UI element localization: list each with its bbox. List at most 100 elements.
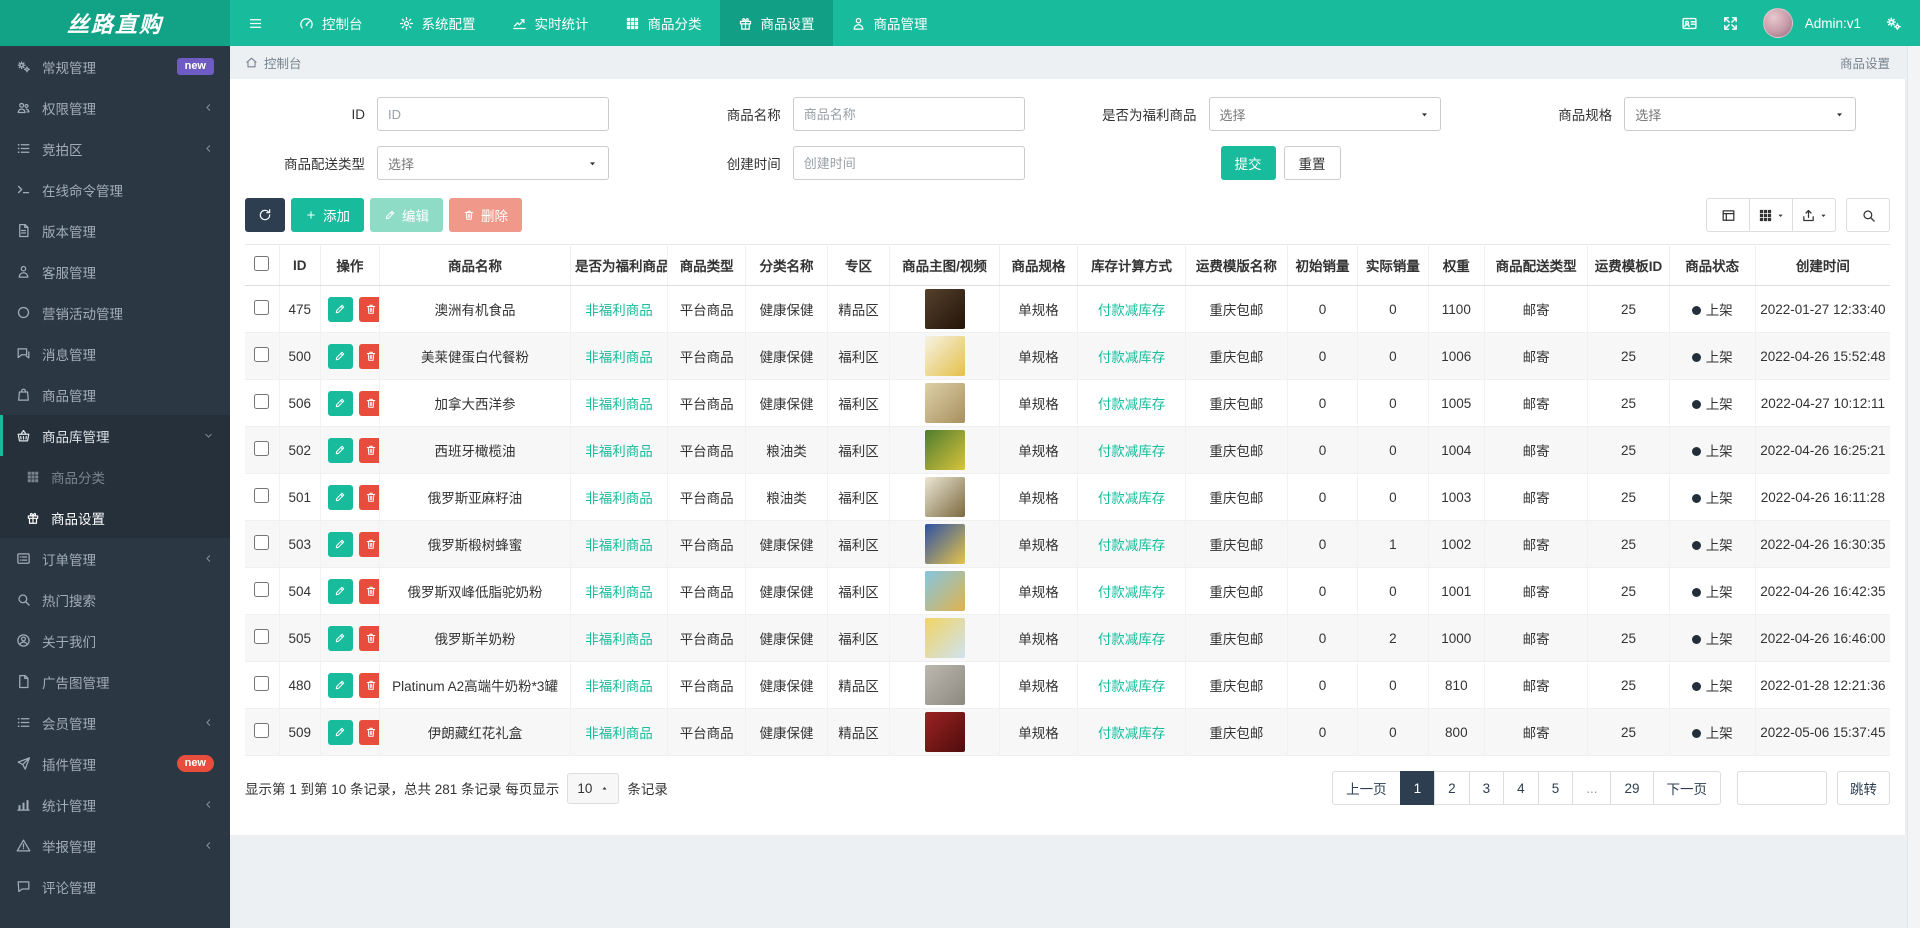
page-item-5[interactable]: 5: [1537, 771, 1574, 805]
row-delete-button[interactable]: [358, 719, 379, 745]
sidebar-item-product-settings[interactable]: 商品设置: [0, 497, 230, 538]
filter-select-delivery[interactable]: 选择: [377, 146, 609, 180]
row-edit-button[interactable]: [327, 484, 353, 510]
jump-page-input[interactable]: [1737, 771, 1827, 805]
sidebar-item-auction[interactable]: 竞拍区: [0, 128, 230, 169]
nav-item-realtime-stats[interactable]: 实时统计: [494, 0, 607, 46]
sidebar-item-product-category[interactable]: 商品分类: [0, 456, 230, 497]
row-checkbox[interactable]: [254, 629, 270, 644]
row-checkbox[interactable]: [254, 676, 270, 691]
page-item-4[interactable]: 4: [1503, 771, 1539, 805]
page-item-2[interactable]: 2: [1434, 771, 1470, 805]
sidebar-item-version[interactable]: 版本管理: [0, 210, 230, 251]
row-delete-button[interactable]: [358, 625, 379, 651]
row-delete-button[interactable]: [358, 437, 379, 463]
sidebar-item-about[interactable]: 关于我们: [0, 620, 230, 661]
scrollbar-track[interactable]: [1907, 46, 1920, 928]
avatar[interactable]: [1762, 8, 1793, 38]
row-checkbox[interactable]: [254, 535, 270, 550]
row-edit-button[interactable]: [327, 625, 353, 651]
row-delete-button[interactable]: [358, 531, 379, 557]
row-delete-button[interactable]: [358, 672, 379, 698]
nav-item-product-category[interactable]: 商品分类: [607, 0, 720, 46]
reset-button[interactable]: 重置: [1283, 146, 1341, 180]
row-delete-button[interactable]: [358, 578, 379, 604]
row-edit-button[interactable]: [327, 531, 353, 557]
row-edit-button[interactable]: [327, 578, 353, 604]
sidebar-item-report[interactable]: 举报管理: [0, 825, 230, 866]
row-edit-button[interactable]: [327, 719, 353, 745]
row-delete-button[interactable]: [358, 343, 379, 369]
filter-input-created[interactable]: [792, 146, 1025, 180]
page-item-上一页[interactable]: 上一页: [1332, 771, 1401, 805]
sidebar-item-general[interactable]: 常规管理 new: [0, 46, 230, 87]
sidebar-item-order[interactable]: 订单管理: [0, 538, 230, 579]
comment-icon: [16, 879, 31, 894]
columns-button[interactable]: [1749, 198, 1793, 232]
nav-item-product-manage[interactable]: 商品管理: [833, 0, 946, 46]
row-edit-button[interactable]: [327, 437, 353, 463]
refresh-button[interactable]: [245, 198, 285, 232]
fullscreen-button[interactable]: [1722, 15, 1739, 32]
row-delete-button[interactable]: [358, 390, 379, 416]
row-checkbox[interactable]: [254, 394, 270, 409]
sidebar-item-online-cmd[interactable]: 在线命令管理: [0, 169, 230, 210]
nav-item-dashboard[interactable]: 控制台: [281, 0, 381, 46]
sidebar-item-comment[interactable]: 评论管理: [0, 866, 230, 907]
page-size-select[interactable]: 10: [567, 772, 620, 804]
row-checkbox[interactable]: [254, 488, 270, 503]
page-item-1[interactable]: 1: [1399, 771, 1436, 805]
cell-actual-sales: 2: [1357, 614, 1429, 662]
row-edit-button[interactable]: [327, 296, 353, 322]
settings-cogs-button[interactable]: [1885, 15, 1902, 32]
row-edit-button[interactable]: [327, 390, 353, 416]
gift-icon: [26, 511, 40, 525]
row-checkbox[interactable]: [254, 441, 270, 456]
sidebar-item-member[interactable]: 会员管理: [0, 702, 230, 743]
row-edit-button[interactable]: [327, 343, 353, 369]
sidebar-item-marketing[interactable]: 营销活动管理: [0, 292, 230, 333]
profile-card-button[interactable]: [1681, 15, 1698, 32]
row-checkbox[interactable]: [254, 582, 270, 597]
hamburger-icon: [248, 16, 263, 31]
filter-select-spec[interactable]: 选择: [1624, 97, 1857, 131]
sidebar-item-permission[interactable]: 权限管理: [0, 87, 230, 128]
search-toggle-button[interactable]: [1846, 198, 1890, 232]
jump-button[interactable]: 跳转: [1837, 771, 1890, 805]
row-edit-button[interactable]: [327, 672, 353, 698]
submit-button[interactable]: 提交: [1220, 146, 1276, 180]
breadcrumb-left[interactable]: 控制台: [245, 53, 302, 72]
sidebar-item-stats[interactable]: 统计管理: [0, 784, 230, 825]
status-dot: [1691, 353, 1701, 362]
sidebar-toggle-button[interactable]: [230, 0, 281, 46]
sidebar-item-plugin[interactable]: 插件管理 new: [0, 743, 230, 784]
add-button[interactable]: 添加: [291, 198, 364, 232]
detail-view-button[interactable]: [1706, 198, 1750, 232]
admin-username[interactable]: Admin:v1: [1805, 16, 1861, 31]
select-all-checkbox[interactable]: [254, 256, 270, 271]
filter-select-welfare[interactable]: 选择: [1208, 97, 1441, 131]
sidebar-item-product-lib[interactable]: 商品库管理: [0, 415, 230, 456]
row-checkbox[interactable]: [254, 347, 270, 362]
page-item-3[interactable]: 3: [1468, 771, 1505, 805]
sidebar-item-message[interactable]: 消息管理: [0, 333, 230, 374]
nav-item-product-settings[interactable]: 商品设置: [719, 0, 833, 46]
row-checkbox[interactable]: [254, 300, 270, 315]
row-delete-button[interactable]: [358, 484, 379, 510]
sidebar-item-hot-search[interactable]: 热门搜索: [0, 579, 230, 620]
filter-input-id[interactable]: [377, 97, 609, 131]
sidebar-item-product[interactable]: 商品管理: [0, 374, 230, 415]
export-button[interactable]: [1792, 198, 1836, 232]
sidebar-item-service[interactable]: 客服管理: [0, 251, 230, 292]
sidebar-item-ad-image[interactable]: 广告图管理: [0, 661, 230, 702]
filter-input-name[interactable]: [792, 97, 1025, 131]
delete-button[interactable]: 删除: [449, 198, 522, 232]
row-delete-button[interactable]: [358, 296, 379, 322]
table-row: 500 美莱健蛋白代餐粉 非福利商品 平台商品 健康保健 福利区 单规格 付款减…: [245, 332, 1890, 380]
edit-button[interactable]: 编辑: [370, 198, 443, 232]
page-item-29[interactable]: 29: [1610, 771, 1654, 805]
nav-item-system-config[interactable]: 系统配置: [381, 0, 494, 46]
page-item-下一页[interactable]: 下一页: [1652, 771, 1721, 805]
cell-category: 粮油类: [745, 473, 828, 521]
row-checkbox[interactable]: [254, 723, 270, 738]
